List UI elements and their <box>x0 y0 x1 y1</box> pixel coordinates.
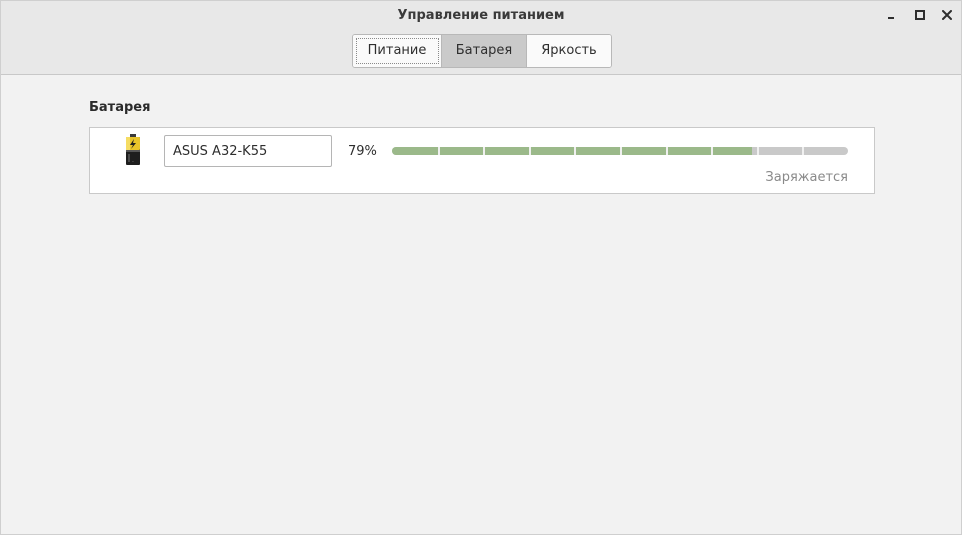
battery-charging-icon: - <box>126 134 140 165</box>
maximize-icon <box>915 10 925 20</box>
level-segment-gap <box>802 147 805 155</box>
power-manager-window: Управление питанием Питание Батарея Ярко… <box>0 0 962 535</box>
battery-status: Заряжается <box>765 170 848 185</box>
tab-brightness[interactable]: Яркость <box>527 35 611 67</box>
level-segment-gap <box>711 147 714 155</box>
header-bar: Управление питанием Питание Батарея Ярко… <box>1 1 961 75</box>
level-segment-gap <box>528 147 531 155</box>
battery-level-segments <box>392 147 848 155</box>
maximize-button[interactable] <box>912 7 928 23</box>
battery-percent: 79% <box>348 144 377 159</box>
level-segment-gap <box>665 147 668 155</box>
level-segment-gap <box>437 147 440 155</box>
page-switcher: Питание Батарея Яркость <box>352 34 612 68</box>
minimize-icon <box>888 17 894 19</box>
close-icon <box>942 10 952 20</box>
window-title: Управление питанием <box>397 8 565 23</box>
level-segment-gap <box>483 147 486 155</box>
battery-section-title: Батарея <box>89 100 151 115</box>
level-segment-gap <box>620 147 622 155</box>
tab-power[interactable]: Питание <box>353 35 442 67</box>
minimize-button[interactable] <box>883 7 899 23</box>
battery-device-row: - 79% Заряжается <box>89 127 875 194</box>
level-segment-gap <box>574 147 577 155</box>
battery-name-field[interactable] <box>164 135 332 167</box>
close-button[interactable] <box>939 7 955 23</box>
level-segment-gap <box>756 147 759 155</box>
tab-battery[interactable]: Батарея <box>442 35 527 67</box>
battery-level-bar <box>392 147 848 155</box>
